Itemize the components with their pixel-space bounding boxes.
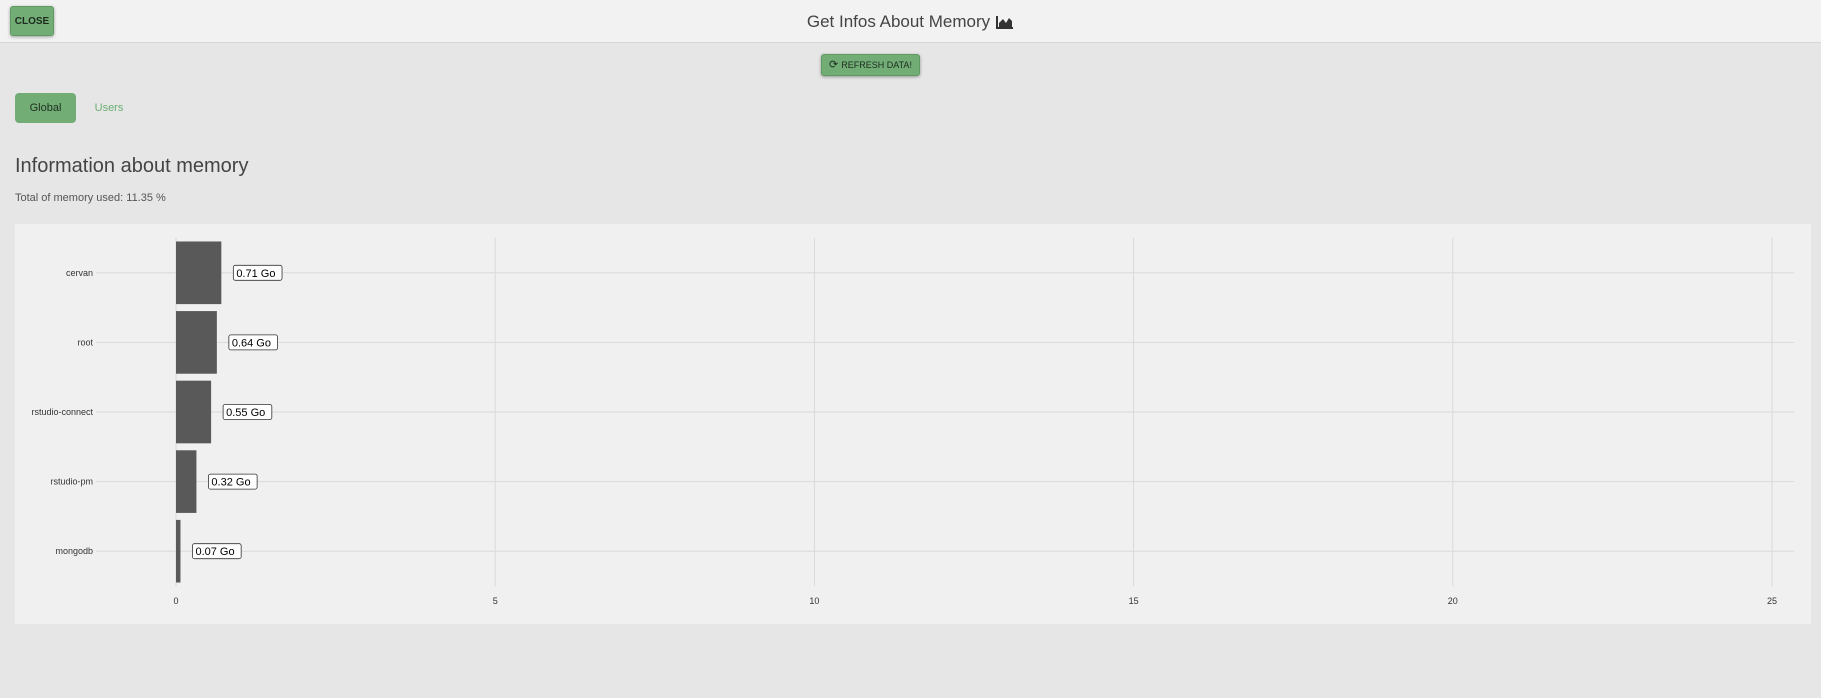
refresh-data-button[interactable]: ⟳ REFRESH DATA! bbox=[821, 54, 920, 76]
y-tick-label: cervan bbox=[66, 268, 93, 278]
data-label: 0.64 Go bbox=[232, 337, 271, 349]
page-title: Get Infos About Memory bbox=[0, 0, 1821, 43]
refresh-data-label: REFRESH DATA! bbox=[841, 60, 912, 70]
bar bbox=[176, 241, 222, 305]
data-label: 0.55 Go bbox=[226, 407, 265, 419]
total-memory-text: Total of memory used: 11.35 % bbox=[15, 192, 166, 204]
x-tick-label: 20 bbox=[1448, 596, 1458, 606]
y-tick-label: rstudio-connect bbox=[31, 407, 93, 417]
close-button[interactable]: CLOSE bbox=[10, 6, 54, 36]
top-bar: Get Infos About Memory CLOSE bbox=[0, 0, 1821, 43]
refresh-icon: ⟳ bbox=[829, 58, 839, 71]
data-label: 0.32 Go bbox=[211, 477, 250, 489]
page-title-text: Get Infos About Memory bbox=[806, 11, 991, 31]
memory-bar-chart: 0 5 10 15 20 25 cervan 0.71 Go root 0.64 Go rstudi… bbox=[31, 238, 1794, 606]
bar bbox=[176, 380, 212, 444]
bar bbox=[176, 450, 197, 513]
section-heading: Information about memory bbox=[15, 155, 249, 177]
bar bbox=[176, 311, 217, 374]
x-tick-label: 25 bbox=[1767, 596, 1777, 606]
y-tick-label: mongodb bbox=[55, 546, 93, 556]
area-chart-icon bbox=[996, 15, 1014, 29]
y-tick-label: rstudio-pm bbox=[50, 477, 93, 487]
bar bbox=[176, 519, 181, 583]
x-tick-label: 15 bbox=[1129, 596, 1139, 606]
x-tick-label: 10 bbox=[809, 596, 819, 606]
data-label: 0.07 Go bbox=[195, 546, 234, 558]
y-tick-label: root bbox=[77, 337, 93, 347]
x-tick-label: 5 bbox=[493, 596, 498, 606]
x-tick-label: 0 bbox=[173, 596, 178, 606]
memory-chart-panel: 0 5 10 15 20 25 cervan 0.71 Go root 0.64 Go rstudi… bbox=[15, 224, 1811, 624]
data-label: 0.71 Go bbox=[236, 268, 275, 280]
tab-users[interactable]: Users bbox=[84, 93, 134, 123]
tab-global[interactable]: Global bbox=[15, 93, 76, 123]
